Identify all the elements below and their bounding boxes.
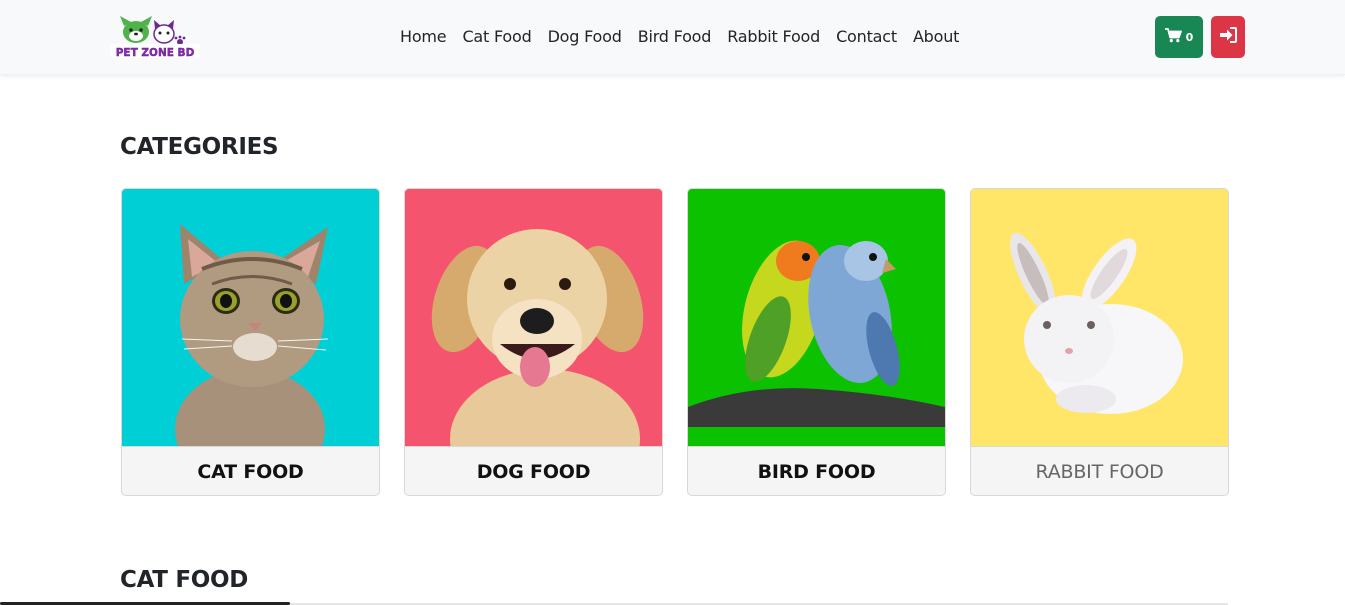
nav-link-contact[interactable]: Contact [828, 24, 905, 50]
category-label: BIRD FOOD [688, 446, 945, 495]
logo-text: PET ZONE BD [116, 47, 195, 59]
nav-link-cat-food[interactable]: Cat Food [454, 24, 539, 50]
category-label: CAT FOOD [122, 446, 379, 495]
cat-food-heading: CAT FOOD [120, 567, 249, 593]
dog-image [405, 189, 662, 446]
cat-image [122, 189, 379, 446]
navbar: PET ZONE BD Home Cat Food Dog Food Bird … [0, 0, 1345, 75]
shopping-cart-icon [1164, 27, 1182, 47]
category-label: RABBIT FOOD [971, 446, 1228, 495]
category-card-rabbit-food[interactable]: RABBIT FOOD [970, 188, 1229, 496]
nav-link-dog-food[interactable]: Dog Food [540, 24, 630, 50]
categories-heading: CATEGORIES [120, 134, 279, 160]
category-label: DOG FOOD [405, 446, 662, 495]
login-button[interactable] [1211, 16, 1245, 58]
cart-button[interactable]: 0 [1155, 16, 1203, 58]
bird-image [688, 189, 945, 446]
category-cards: CAT FOOD DOG FOOD BIRD FOOD RABBIT FOOD [121, 188, 1229, 496]
nav-link-bird-food[interactable]: Bird Food [630, 24, 720, 50]
rabbit-image [971, 189, 1228, 446]
category-card-cat-food[interactable]: CAT FOOD [121, 188, 380, 496]
main-nav: Home Cat Food Dog Food Bird Food Rabbit … [392, 24, 967, 50]
cart-count-badge: 0 [1185, 30, 1194, 44]
nav-link-rabbit-food[interactable]: Rabbit Food [719, 24, 828, 50]
category-card-dog-food[interactable]: DOG FOOD [404, 188, 663, 496]
nav-link-home[interactable]: Home [392, 24, 454, 50]
sign-in-icon [1219, 27, 1237, 47]
category-card-bird-food[interactable]: BIRD FOOD [687, 188, 946, 496]
nav-link-about[interactable]: About [905, 24, 967, 50]
brand-logo[interactable]: PET ZONE BD [108, 14, 202, 60]
